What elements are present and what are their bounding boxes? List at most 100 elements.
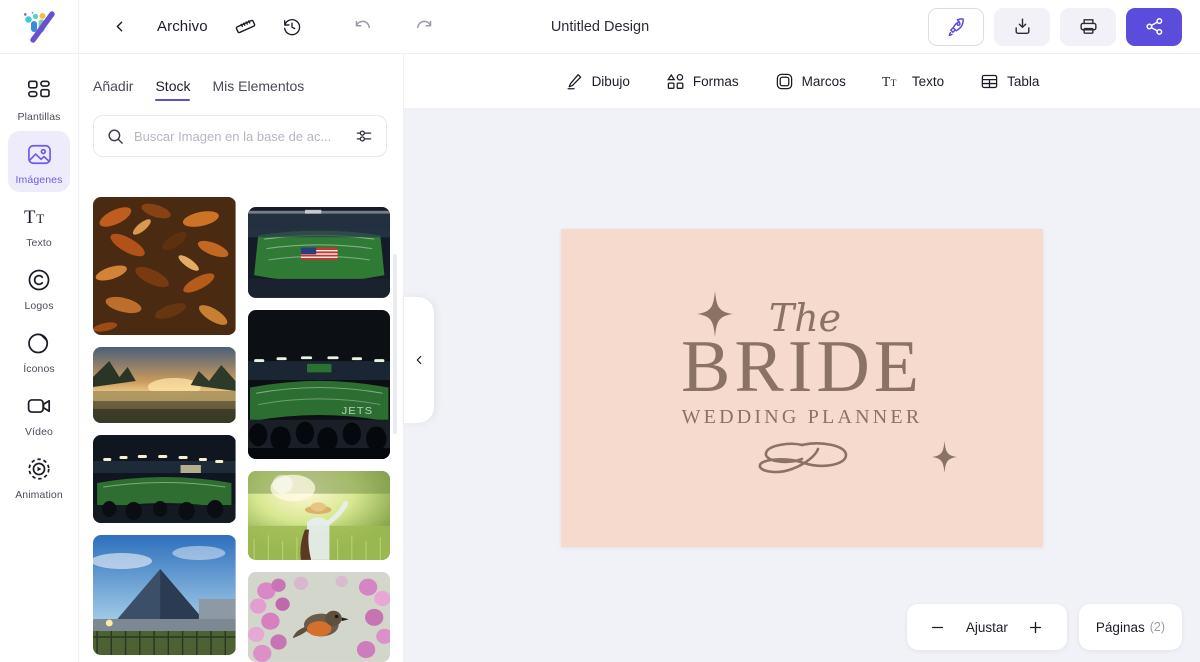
wand-logo-icon	[24, 10, 55, 43]
filter-sliders-icon[interactable]	[354, 126, 374, 146]
stock-thumb-stadium-night-lights[interactable]	[93, 435, 236, 523]
design-artboard[interactable]: The BRIDE WEDDING PLANNER	[561, 229, 1043, 547]
header-left-group: Archivo	[79, 7, 446, 47]
sidebar-item-video[interactable]: Vídeo	[8, 383, 70, 444]
publish-button[interactable]	[928, 7, 984, 46]
history-button[interactable]	[270, 7, 314, 47]
download-icon	[1015, 18, 1029, 35]
canvas-area[interactable]: The BRIDE WEDDING PLANNER	[404, 109, 1200, 662]
sidebar-item-iconos[interactable]: Íconos	[8, 320, 70, 381]
sidebar-item-logos[interactable]: Logos	[8, 257, 70, 318]
file-menu-label: Archivo	[157, 18, 208, 35]
stock-thumb-football-field-flag[interactable]	[247, 207, 390, 298]
sidebar-item-label: Logos	[24, 300, 54, 312]
tab-anadir[interactable]: Añadir	[93, 78, 133, 101]
tab-label: Stock	[155, 78, 191, 94]
text-icon: T T	[24, 202, 54, 232]
app-root: Archivo Untitled Design Plantillas Imáge…	[0, 0, 1200, 662]
minus-icon	[932, 626, 944, 628]
zoom-in-button[interactable]	[1019, 610, 1053, 644]
sidebar-item-label: Imágenes	[15, 174, 63, 186]
animation-icon	[24, 454, 54, 484]
undo-button[interactable]	[342, 7, 386, 47]
templates-icon	[24, 76, 54, 106]
panel-collapse-button[interactable]	[404, 297, 434, 423]
design-content: The BRIDE WEDDING PLANNER	[561, 229, 1043, 547]
undo-icon	[355, 20, 371, 29]
tab-stock[interactable]: Stock	[155, 78, 191, 101]
tool-label: Tabla	[1007, 73, 1040, 89]
stock-search-bar[interactable]	[93, 115, 387, 157]
shapes-icon	[24, 328, 54, 358]
text-icon: T T	[882, 73, 897, 88]
zoom-control: Ajustar	[906, 604, 1067, 650]
svg-text:T: T	[36, 211, 44, 226]
sidebar-item-label: Animation	[15, 489, 63, 501]
share-icon	[1145, 18, 1162, 35]
zoom-level-label[interactable]: Ajustar	[959, 620, 1015, 635]
tool-label: Marcos	[801, 73, 846, 89]
tab-label: Mis Elementos	[212, 78, 305, 94]
design-subtitle: WEDDING PLANNER	[681, 405, 923, 428]
share-button[interactable]	[1126, 7, 1182, 46]
back-button[interactable]	[97, 7, 141, 47]
tool-label: Formas	[692, 73, 739, 89]
video-icon	[24, 391, 54, 421]
sidebar-item-animation[interactable]: Animation	[8, 446, 70, 507]
tool-label: Texto	[911, 73, 945, 89]
download-button[interactable]	[994, 7, 1050, 46]
file-menu-button[interactable]: Archivo	[143, 7, 222, 47]
table-icon	[981, 74, 998, 88]
left-sidebar: Plantillas Imágenes T T Texto Logos Ícon…	[0, 54, 79, 662]
plus-icon	[1030, 621, 1042, 633]
print-icon	[1079, 19, 1097, 34]
stock-thumb-woman-hat-field-sun[interactable]	[247, 471, 390, 561]
sidebar-item-texto[interactable]: T T Texto	[8, 194, 70, 255]
sidebar-item-imagenes[interactable]: Imágenes	[8, 131, 70, 192]
redo-button[interactable]	[402, 7, 446, 47]
tab-mis-elementos[interactable]: Mis Elementos	[212, 78, 304, 101]
sidebar-item-label: Íconos	[23, 363, 55, 375]
panel-scrollbar[interactable]	[393, 254, 397, 434]
stock-thumb-sunset-lake-trees[interactable]	[93, 347, 236, 423]
pages-button[interactable]: Páginas (2)	[1078, 604, 1182, 650]
shapes-icon	[666, 73, 684, 89]
history-icon	[283, 18, 300, 35]
rocket-icon	[948, 17, 964, 36]
sidebar-item-label: Plantillas	[17, 111, 61, 123]
stock-thumb-bird-pink-blossoms[interactable]	[247, 572, 390, 662]
stock-thumb-autumn-leaves-closeup[interactable]	[93, 197, 236, 335]
tool-marcos[interactable]: Marcos	[775, 72, 846, 91]
tool-dibujo[interactable]: Dibujo	[565, 72, 630, 91]
stock-column-b: JETS	[247, 197, 390, 662]
flourish-icon	[758, 441, 848, 474]
print-button[interactable]	[1060, 7, 1116, 46]
sparkle-icon	[932, 441, 957, 473]
stock-thumb-stadium-crowd-dark[interactable]: JETS	[247, 309, 390, 460]
chevron-left-icon	[116, 21, 122, 32]
frame-icon	[776, 73, 792, 89]
header-actions	[928, 7, 1200, 46]
svg-text:T: T	[882, 73, 890, 88]
stock-thumb-pyramid-building-sky[interactable]	[93, 535, 236, 655]
search-icon	[108, 128, 123, 144]
tool-texto[interactable]: T T Texto	[882, 72, 944, 91]
search-input[interactable]	[134, 128, 345, 144]
image-icon	[24, 139, 54, 169]
app-header: Archivo Untitled Design	[0, 0, 1200, 54]
stock-image-grid: JETS	[79, 197, 403, 662]
sidebar-item-plantillas[interactable]: Plantillas	[8, 68, 70, 129]
design-title[interactable]: Untitled Design	[450, 19, 750, 35]
panel-tabs: Añadir Stock Mis Elementos	[79, 54, 403, 101]
stock-column-a	[93, 197, 236, 662]
zoom-out-button[interactable]	[921, 610, 955, 644]
tool-tabla[interactable]: Tabla	[980, 72, 1039, 91]
pages-label: Páginas	[1095, 619, 1145, 635]
ruler-icon	[235, 19, 256, 34]
tool-formas[interactable]: Formas	[666, 72, 739, 91]
ruler-button[interactable]	[224, 7, 268, 47]
tool-label: Dibujo	[591, 73, 630, 89]
redo-icon	[417, 20, 432, 29]
app-logo[interactable]	[0, 0, 78, 54]
images-panel: Añadir Stock Mis Elementos Buscar Imagen…	[79, 54, 404, 662]
